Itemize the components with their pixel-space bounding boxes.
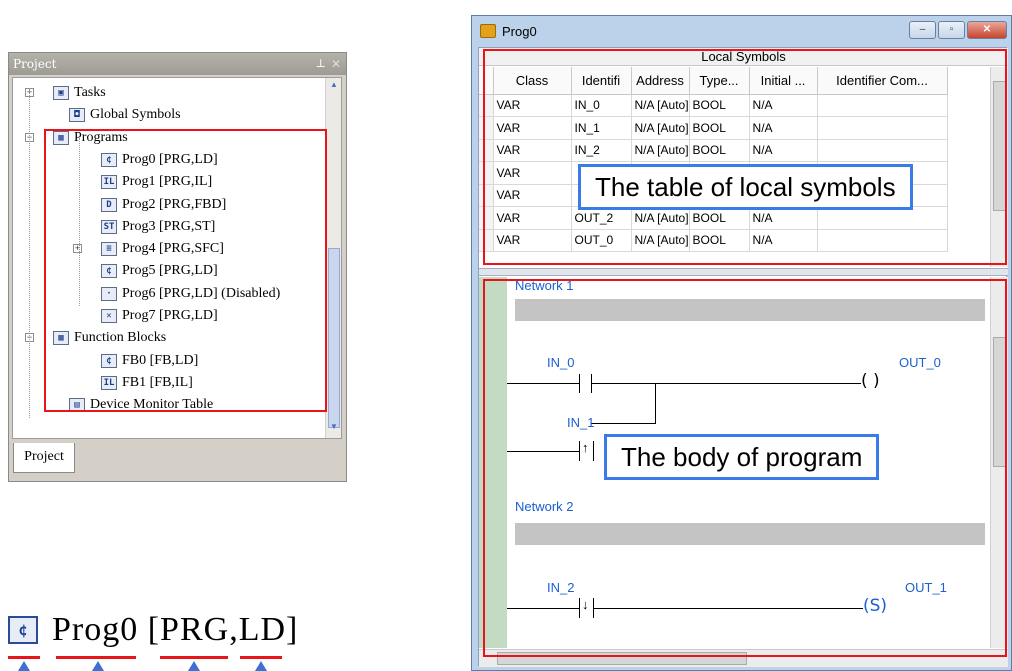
close-button[interactable]: ✕ <box>967 21 1007 39</box>
tree-item[interactable]: ▣ Tasks <box>53 82 106 104</box>
scroll-up-icon[interactable]: ▲ <box>327 80 341 94</box>
program-cube-icon <box>480 24 496 38</box>
tree-item-label: Tasks <box>74 85 106 100</box>
tree-line <box>29 88 30 418</box>
arrow-up-icon <box>92 661 104 671</box>
tree-item-label: Global Symbols <box>90 107 181 123</box>
ld-program-icon: ¢ <box>8 616 38 644</box>
underline-icon-marker <box>8 656 40 659</box>
arrow-up-icon <box>255 661 267 671</box>
underline-type-marker <box>160 656 228 659</box>
tasks-icon: ▣ <box>53 86 69 100</box>
zoomed-program-text: Prog0 [PRG,LD] <box>52 611 299 648</box>
tree-item[interactable]: ◘ Global Symbols <box>69 104 181 126</box>
maximize-button[interactable]: ▫ <box>938 21 965 39</box>
minimize-button[interactable]: – <box>909 21 936 39</box>
arrow-up-icon <box>188 661 200 671</box>
symbols-callout: The table of local symbols <box>578 164 913 210</box>
zoomed-program-label: ¢ Prog0 [PRG,LD] <box>8 610 298 650</box>
underline-language-marker <box>240 656 282 659</box>
symbols-highlight-box <box>483 49 1007 265</box>
scroll-thumb[interactable] <box>328 248 340 428</box>
pin-icon[interactable]: ⊥ <box>316 53 326 75</box>
scroll-down-icon[interactable]: ▼ <box>327 422 341 436</box>
project-panel-titlebar: Project ⊥ ✕ <box>9 53 346 75</box>
underline-name-marker <box>56 656 136 659</box>
tree-scrollbar[interactable]: ▲ ▼ <box>325 78 341 438</box>
close-icon[interactable]: ✕ <box>331 53 341 75</box>
body-callout: The body of program <box>604 434 880 480</box>
arrow-up-icon <box>18 661 30 671</box>
tab-project[interactable]: Project <box>13 443 75 473</box>
window-title: Prog0 <box>502 23 537 39</box>
global-symbols-icon: ◘ <box>69 108 85 123</box>
project-panel-title: Project <box>13 57 57 71</box>
pane-splitter[interactable] <box>479 268 1008 276</box>
programs-highlight-box <box>44 129 327 412</box>
